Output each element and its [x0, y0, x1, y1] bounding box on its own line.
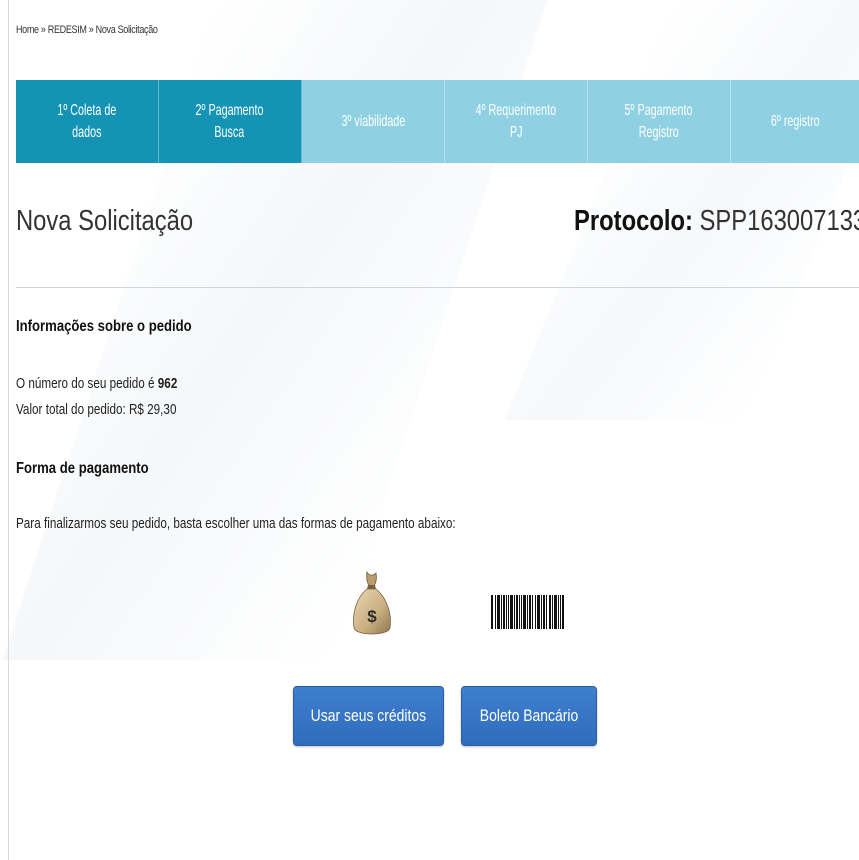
title-row: Nova Solicitação Protocolo: SPP163007133… — [16, 205, 859, 255]
step-label-line1: 5º Pagamento — [625, 101, 693, 119]
money-bag-icon[interactable]: $ — [350, 570, 394, 640]
step-5-pagamento-registro: 5º Pagamento Registro — [588, 80, 731, 163]
step-label-line1: 4º Requerimento — [475, 101, 557, 119]
step-label-line2: Busca — [215, 123, 245, 141]
step-1-coleta-de-dados: 1º Coleta de dados — [16, 80, 159, 163]
breadcrumb-separator: » — [86, 24, 96, 36]
payment-instructions: Para finalizarmos seu pedido, basta esco… — [16, 515, 456, 532]
breadcrumb-home-link[interactable]: Home — [16, 24, 39, 36]
breadcrumb-current: Nova Solicitação — [95, 24, 158, 36]
svg-text:$: $ — [367, 607, 377, 626]
order-number-prefix: O número do seu pedido é — [16, 375, 158, 392]
progress-steps: 1º Coleta de dados 2º Pagamento Busca 3º v… — [16, 80, 859, 163]
breadcrumb-redesim-link[interactable]: REDESIM — [48, 24, 87, 36]
page-title: Nova Solicitação — [16, 205, 194, 237]
step-2-pagamento-busca: 2º Pagamento Busca — [159, 80, 302, 163]
divider — [16, 287, 859, 288]
step-label-line2: PJ — [509, 123, 523, 141]
step-4-requerimento-pj: 4º Requerimento PJ — [445, 80, 588, 163]
order-total-text: Valor total do pedido: R$ 29,30 — [16, 401, 177, 418]
step-label-line2: Registro — [638, 123, 680, 141]
step-3-viabilidade: 3º viabilidade — [302, 80, 445, 163]
barcode-icon[interactable] — [491, 595, 565, 629]
step-6-registro: 6º registro — [731, 80, 859, 163]
frame-border — [8, 0, 9, 860]
step-label-line1: 6º registro — [770, 112, 820, 130]
protocol-number: Protocolo: SPP1630071332 — [574, 205, 859, 238]
step-label-line2: dados — [72, 123, 102, 141]
protocol-label: Protocolo: — [573, 205, 693, 237]
step-label-line1: 2º Pagamento — [196, 101, 264, 119]
payment-heading: Forma de pagamento — [16, 460, 149, 477]
boleto-bancario-button[interactable]: Boleto Bancário — [461, 686, 597, 746]
order-number-value: 962 — [157, 375, 178, 392]
breadcrumb-separator: » — [38, 24, 48, 36]
use-credits-button[interactable]: Usar seus créditos — [293, 686, 444, 746]
order-number-text: O número do seu pedido é 962 — [16, 375, 177, 392]
step-label-line1: 1º Coleta de — [57, 101, 117, 119]
breadcrumb: Home » REDESIM » Nova Solicitação — [16, 24, 158, 36]
step-label-line1: 3º viabilidade — [341, 112, 405, 130]
protocol-value: SPP1630071332 — [699, 205, 859, 237]
page: Home » REDESIM » Nova Solicitação 1º Col… — [0, 0, 859, 860]
order-info-heading: Informações sobre o pedido — [16, 318, 192, 335]
use-credits-button-label: Usar seus créditos — [310, 706, 427, 725]
boleto-bancario-button-label: Boleto Bancário — [479, 706, 579, 725]
